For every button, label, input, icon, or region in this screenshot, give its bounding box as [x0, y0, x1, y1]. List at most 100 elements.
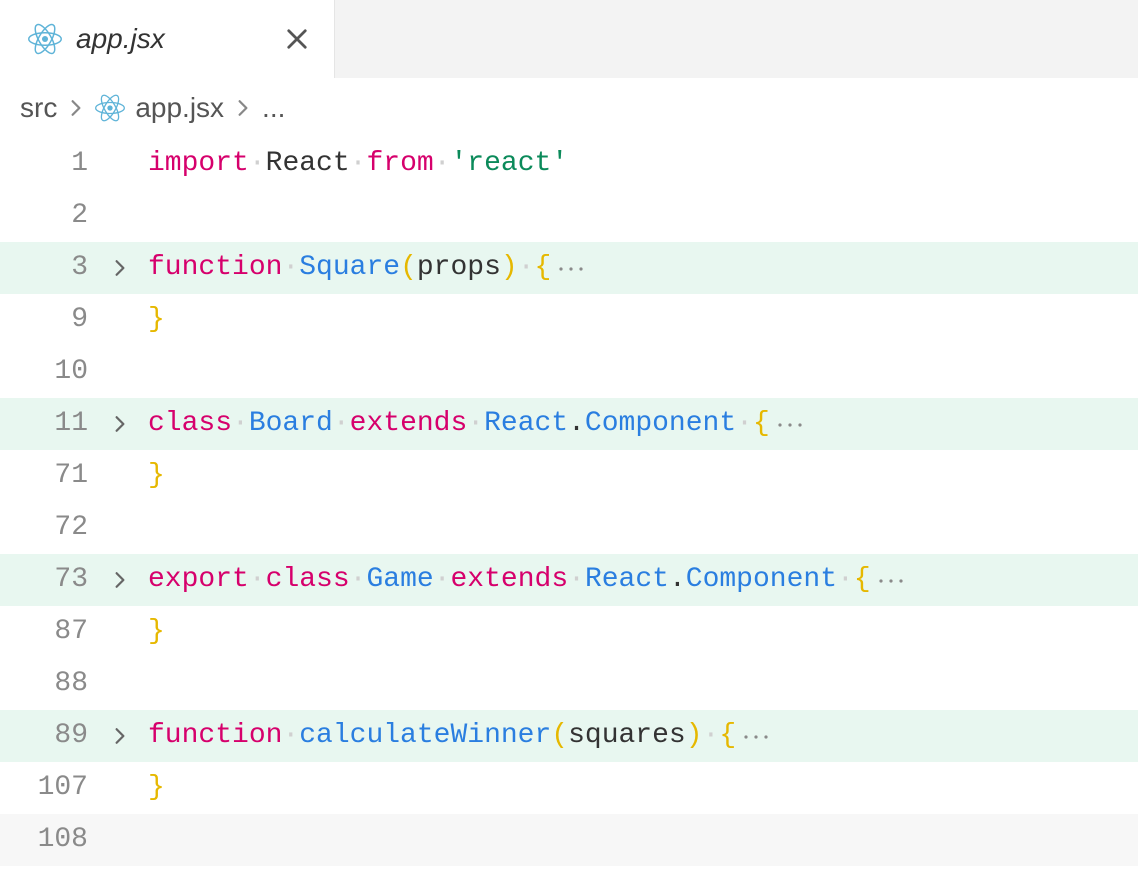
token-kw: class [266, 564, 350, 595]
token-kw: function [148, 252, 282, 283]
code-line[interactable]: 2 [0, 190, 1138, 242]
token-punct: . [568, 408, 585, 439]
line-number[interactable]: 2 [0, 190, 100, 242]
code-content[interactable]: } [140, 450, 1138, 502]
token-type: Component [686, 564, 837, 595]
line-number[interactable]: 10 [0, 346, 100, 398]
line-number[interactable]: 9 [0, 294, 100, 346]
chevron-right-icon [234, 92, 252, 124]
token-brace: { [535, 252, 552, 283]
line-number[interactable]: 87 [0, 606, 100, 658]
token-ws: · [837, 564, 854, 595]
code-content[interactable]: } [140, 294, 1138, 346]
line-number[interactable]: 72 [0, 502, 100, 554]
token-ws: · [249, 148, 266, 179]
line-number[interactable]: 89 [0, 710, 100, 762]
code-content[interactable]: function·calculateWinner(squares)·{ [140, 710, 1138, 762]
folded-ellipsis-icon[interactable] [742, 732, 770, 742]
token-brace: } [148, 304, 165, 335]
code-line[interactable]: 108 [0, 814, 1138, 866]
token-brace: } [148, 772, 165, 803]
line-number[interactable]: 3 [0, 242, 100, 294]
line-number[interactable]: 107 [0, 762, 100, 814]
token-def: Board [249, 408, 333, 439]
line-number[interactable]: 71 [0, 450, 100, 502]
token-brace: { [854, 564, 871, 595]
token-paren: ) [501, 252, 518, 283]
breadcrumb-segment[interactable]: ... [262, 92, 285, 124]
token-type: React [585, 564, 669, 595]
fold-gutter[interactable] [100, 415, 140, 433]
folded-ellipsis-icon[interactable] [557, 264, 585, 274]
react-icon [95, 93, 125, 123]
code-line[interactable]: 3function·Square(props)·{ [0, 242, 1138, 294]
chevron-right-icon[interactable] [111, 415, 129, 433]
react-icon [28, 22, 62, 56]
code-editor[interactable]: 1import·React·from·'react'23function·Squ… [0, 138, 1138, 866]
token-ws: · [467, 408, 484, 439]
token-brace: } [148, 616, 165, 647]
folded-ellipsis-icon[interactable] [877, 576, 905, 586]
code-content[interactable]: export·class·Game·extends·React.Componen… [140, 554, 1138, 606]
token-ident: props [417, 252, 501, 283]
tab-title: app.jsx [76, 23, 165, 55]
token-brace: { [719, 720, 736, 751]
line-number[interactable]: 1 [0, 138, 100, 190]
token-brace: { [753, 408, 770, 439]
folded-ellipsis-icon[interactable] [776, 420, 804, 430]
line-number[interactable]: 73 [0, 554, 100, 606]
token-ws: · [703, 720, 720, 751]
code-content[interactable]: } [140, 762, 1138, 814]
fold-gutter[interactable] [100, 727, 140, 745]
token-kw: from [366, 148, 433, 179]
token-ws: · [568, 564, 585, 595]
code-line[interactable]: 71} [0, 450, 1138, 502]
token-type: Component [585, 408, 736, 439]
token-ws: · [434, 564, 451, 595]
breadcrumb[interactable]: src app.jsx ... [0, 78, 1138, 138]
token-ws: · [249, 564, 266, 595]
close-icon[interactable] [282, 24, 312, 54]
code-content[interactable]: class·Board·extends·React.Component·{ [140, 398, 1138, 450]
token-kw: function [148, 720, 282, 751]
code-content[interactable]: function·Square(props)·{ [140, 242, 1138, 294]
token-paren: ( [551, 720, 568, 751]
token-type: React [484, 408, 568, 439]
code-line[interactable]: 9} [0, 294, 1138, 346]
code-line[interactable]: 107} [0, 762, 1138, 814]
breadcrumb-segment[interactable]: app.jsx [135, 92, 224, 124]
token-ident: React [266, 148, 350, 179]
code-content[interactable]: import·React·from·'react' [140, 138, 1138, 190]
fold-gutter[interactable] [100, 571, 140, 589]
token-ws: · [434, 148, 451, 179]
code-line[interactable]: 72 [0, 502, 1138, 554]
token-ws: · [518, 252, 535, 283]
code-line[interactable]: 1 import·React·from·'react' [0, 138, 1138, 190]
token-kw: extends [350, 408, 468, 439]
code-line[interactable]: 87} [0, 606, 1138, 658]
code-line[interactable]: 73 export·class·Game·extends·React.Compon… [0, 554, 1138, 606]
code-line[interactable]: 10 [0, 346, 1138, 398]
breadcrumb-segment[interactable]: src [20, 92, 57, 124]
token-def: calculateWinner [299, 720, 551, 751]
token-ws: · [282, 720, 299, 751]
tab-app-jsx[interactable]: app.jsx [0, 0, 335, 78]
fold-gutter[interactable] [100, 259, 140, 277]
token-paren: ) [686, 720, 703, 751]
line-number[interactable]: 11 [0, 398, 100, 450]
token-str: 'react' [451, 148, 569, 179]
token-kw: import [148, 148, 249, 179]
line-number[interactable]: 88 [0, 658, 100, 710]
code-line[interactable]: 89 function·calculateWinner(squares)·{ [0, 710, 1138, 762]
chevron-right-icon[interactable] [111, 571, 129, 589]
chevron-right-icon [67, 92, 85, 124]
code-line[interactable]: 88 [0, 658, 1138, 710]
chevron-right-icon[interactable] [111, 727, 129, 745]
token-paren: ( [400, 252, 417, 283]
token-ws: · [232, 408, 249, 439]
token-kw: class [148, 408, 232, 439]
chevron-right-icon[interactable] [111, 259, 129, 277]
code-line[interactable]: 11class·Board·extends·React.Component·{ [0, 398, 1138, 450]
code-content[interactable]: } [140, 606, 1138, 658]
line-number[interactable]: 108 [0, 814, 100, 866]
